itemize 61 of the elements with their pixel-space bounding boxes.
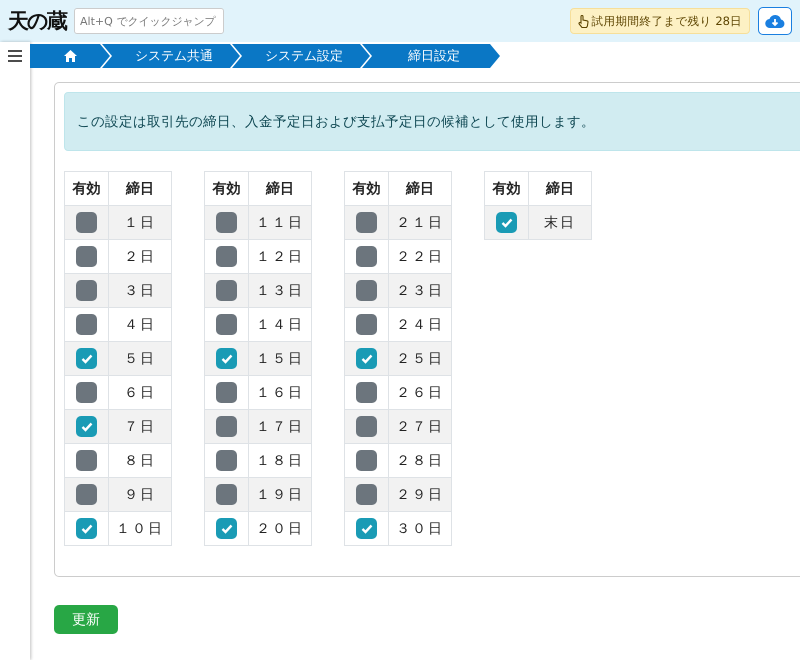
check-icon [80,354,92,364]
checkbox[interactable] [356,348,377,369]
checkbox[interactable] [76,314,97,335]
checkbox[interactable] [76,348,97,369]
checkbox[interactable] [216,518,237,539]
checkbox[interactable] [76,246,97,267]
checkbox[interactable] [356,518,377,539]
checkbox[interactable] [76,450,97,471]
column-header: 有効 [484,172,528,206]
checkbox[interactable] [356,450,377,471]
checkbox[interactable] [216,348,237,369]
check-icon [220,524,232,534]
column-header: 有効 [204,172,248,206]
trial-text: 試用期間終了まで残り 28日 [592,14,742,28]
check-icon [500,218,512,228]
breadcrumb-item[interactable]: 締日設定 [360,44,500,68]
checkbox[interactable] [356,280,377,301]
checkbox[interactable] [216,382,237,403]
table-cell: ３０日 [388,512,452,546]
checkbox[interactable] [76,212,97,233]
table-cell: 末日 [528,206,592,240]
breadcrumb-item[interactable]: システム共通 [100,44,240,68]
checkbox[interactable] [496,212,517,233]
hand-pointer-icon [578,14,589,28]
checkbox[interactable] [216,416,237,437]
breadcrumb-item[interactable]: システム設定 [230,44,370,68]
checkbox[interactable] [216,280,237,301]
checkbox[interactable] [76,382,97,403]
checkbox[interactable] [76,280,97,301]
checkbox[interactable] [216,212,237,233]
app-logo: 天の蔵 [8,7,66,35]
checkbox[interactable] [356,416,377,437]
info-notice: この設定は取引先の締日、入金予定日および支払予定日の候補として使用します。 [64,92,800,151]
checkbox[interactable] [356,484,377,505]
quick-jump-field[interactable]: Alt+Q でクイックジャンプ [74,8,224,34]
check-icon [360,524,372,534]
column-header: 有効 [64,172,108,206]
checkbox[interactable] [76,518,97,539]
checkbox[interactable] [356,212,377,233]
update-button[interactable]: 更新 [54,605,118,634]
home-breadcrumb[interactable] [30,44,110,68]
home-icon [64,50,76,62]
check-icon [220,354,232,364]
checkbox[interactable] [356,314,377,335]
table-cell: １０日 [108,512,172,546]
table-cell: ２０日 [248,512,312,546]
menu-icon[interactable] [8,50,22,62]
cloud-download-icon [765,14,785,28]
checkbox[interactable] [216,484,237,505]
checkbox[interactable] [356,382,377,403]
column-header: 有効 [344,172,388,206]
checkbox[interactable] [76,416,97,437]
checkbox[interactable] [216,314,237,335]
check-icon [360,354,372,364]
checkbox[interactable] [216,450,237,471]
checkbox[interactable] [216,246,237,267]
checkbox[interactable] [356,246,377,267]
check-icon [80,524,92,534]
check-icon [80,422,92,432]
checkbox[interactable] [76,484,97,505]
cloud-download-button[interactable] [758,7,792,35]
